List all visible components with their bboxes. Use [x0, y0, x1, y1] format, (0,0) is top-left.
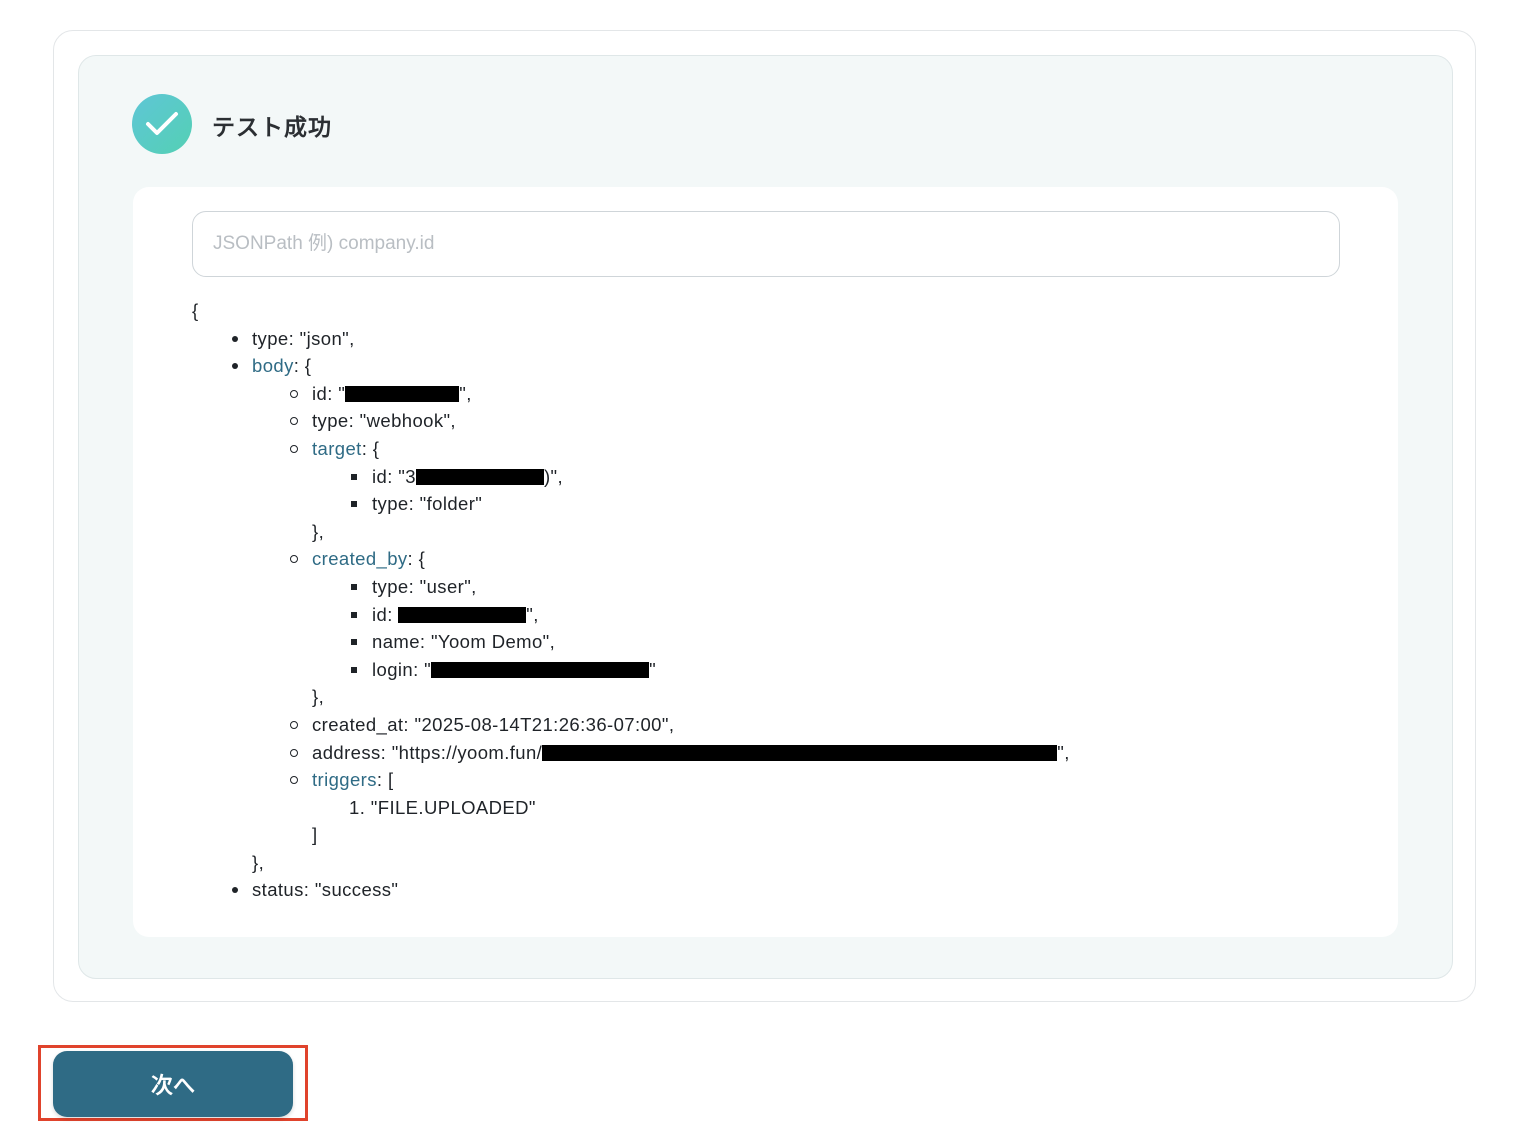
- tree-line-created-by: created_by: {: [192, 545, 1070, 573]
- tree-line-target-id: id: "3)",: [192, 463, 1070, 491]
- json-tree: { type: "json", body: { id: " ", type: "w…: [192, 297, 1070, 904]
- tree-line-status: status: "success": [192, 876, 1070, 904]
- redacted-value: [431, 661, 650, 678]
- status-title: テスト成功: [212, 114, 332, 140]
- tree-line-created-by-close: },: [312, 686, 325, 708]
- triggers-key-link[interactable]: triggers: [312, 769, 377, 790]
- tree-line-target-type: type: "folder": [192, 490, 1070, 518]
- tree-line-body-close: },: [252, 851, 265, 873]
- tree-line-body-type: type: "webhook",: [192, 407, 1070, 435]
- tree-line-created-by-name: name: "Yoom Demo",: [192, 628, 1070, 656]
- next-button[interactable]: 次へ: [53, 1051, 293, 1117]
- check-icon: [132, 94, 192, 154]
- target-key-link[interactable]: target: [312, 438, 362, 459]
- tree-line-created-by-login: login: " ": [192, 656, 1070, 684]
- tree-line-target: target: {: [192, 435, 1070, 463]
- created-by-key-link[interactable]: created_by: [312, 548, 408, 569]
- test-result-card: テスト成功 { type: "json", body: { id: "", ty…: [53, 30, 1476, 1002]
- tree-line-created-at: created_at: "2025-08-14T21:26:36-07:00",: [192, 711, 1070, 739]
- redacted-value: [398, 606, 527, 623]
- tree-line-type: type: "json",: [192, 325, 1070, 353]
- json-output-box: { type: "json", body: { id: "", type: "w…: [133, 187, 1398, 937]
- tree-line-triggers-close: ]: [312, 824, 318, 846]
- redacted-value: [542, 744, 1058, 761]
- tree-line-body-id: id: " ",: [192, 380, 1070, 408]
- tree-line-triggers: triggers: [: [192, 766, 1070, 794]
- tree-line-target-close: },: [312, 520, 325, 542]
- body-key-link[interactable]: body: [252, 355, 294, 376]
- jsonpath-input[interactable]: [192, 211, 1340, 277]
- test-success-panel: テスト成功 { type: "json", body: { id: "", ty…: [78, 55, 1453, 979]
- tree-line: {: [192, 300, 199, 321]
- redacted-value: [345, 385, 460, 402]
- tree-line-body: body: {: [192, 352, 1070, 380]
- redacted-value: [415, 468, 544, 485]
- tree-line-created-by-type: type: "user",: [192, 573, 1070, 601]
- tree-line-created-by-id: id: ",: [192, 601, 1070, 629]
- tree-line-trigger-1: 1. "FILE.UPLOADED": [349, 796, 536, 818]
- tree-line-address: address: "https://yoom.fun/",: [192, 739, 1070, 767]
